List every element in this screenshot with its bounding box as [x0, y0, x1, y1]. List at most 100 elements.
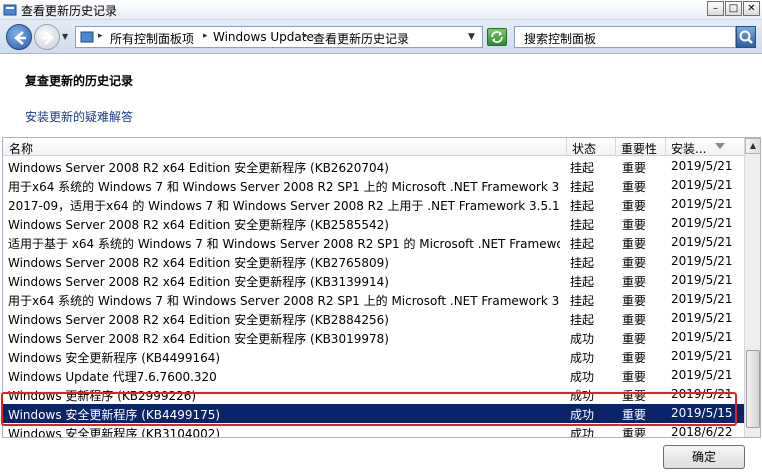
column-installed-date[interactable]: 安装...: [671, 140, 706, 157]
refresh-button[interactable]: [487, 28, 507, 46]
update-status: 挂起: [570, 199, 595, 213]
update-name: Windows Update 代理7.6.7600.320: [8, 370, 217, 384]
column-importance[interactable]: 重要性: [621, 140, 657, 157]
update-name: 适用于基于 x64 系统的 Windows 7 和 Windows Server…: [8, 237, 560, 251]
search-input[interactable]: 搜索控制面板: [514, 26, 736, 48]
control-panel-icon: [3, 4, 17, 16]
update-date: 2019/5/21: [671, 292, 733, 306]
column-name[interactable]: 名称: [9, 140, 33, 157]
update-name: Windows Server 2008 R2 x64 Edition 安全更新程…: [8, 256, 389, 270]
update-importance: 重要: [622, 313, 647, 327]
update-importance: 重要: [622, 275, 647, 289]
forward-arrow-icon: [42, 31, 54, 45]
breadcrumb-all-control-panel[interactable]: 所有控制面板项: [110, 30, 194, 47]
close-button[interactable]: ✕: [743, 1, 760, 16]
update-importance: 重要: [622, 294, 647, 308]
update-importance: 重要: [622, 237, 647, 251]
update-date: 2019/5/21: [671, 254, 733, 268]
table-row[interactable]: Windows Server 2008 R2 x64 Edition 安全更新程…: [3, 309, 744, 328]
window-title: 查看更新历史记录: [21, 4, 118, 18]
update-status: 成功: [570, 427, 595, 438]
back-button[interactable]: [6, 24, 32, 50]
update-status: 挂起: [570, 180, 595, 194]
update-date: 2019/5/21: [671, 197, 733, 211]
update-status: 挂起: [570, 237, 595, 251]
update-importance: 重要: [622, 351, 647, 365]
column-status[interactable]: 状态: [572, 140, 596, 157]
breadcrumb[interactable]: ▸ 所有控制面板项 ▸ Windows Update ▸ 查看更新历史记录 ▼: [75, 26, 483, 48]
address-toolbar: ▼ ▸ 所有控制面板项 ▸ Windows Update ▸ 查看更新历史记录 …: [0, 20, 762, 54]
update-date: 2019/5/21: [671, 235, 733, 249]
table-row[interactable]: 用于x64 系统的 Windows 7 和 Windows Server 200…: [3, 176, 744, 195]
update-date: 2019/5/21: [671, 216, 733, 230]
update-name: Windows Server 2008 R2 x64 Edition 安全更新程…: [8, 275, 389, 289]
update-importance: 重要: [622, 218, 647, 232]
update-date: 2019/5/21: [671, 330, 733, 344]
table-row[interactable]: Windows Server 2008 R2 x64 Edition 安全更新程…: [3, 252, 744, 271]
title-bar: 查看更新历史记录 – □ ✕: [0, 0, 762, 20]
scroll-up-icon[interactable]: ▲: [745, 138, 760, 154]
column-divider[interactable]: [566, 138, 567, 156]
update-status: 挂起: [570, 256, 595, 270]
search-icon: [739, 30, 753, 44]
update-name: 用于x64 系统的 Windows 7 和 Windows Server 200…: [8, 180, 560, 194]
refresh-icon: [491, 31, 503, 43]
maximize-button[interactable]: □: [725, 1, 742, 16]
table-row[interactable]: Windows 安全更新程序 (KB4499164) 成功 重要 2019/5/…: [3, 347, 744, 366]
search-placeholder: 搜索控制面板: [524, 32, 597, 46]
update-importance: 重要: [622, 199, 647, 213]
table-row[interactable]: Windows Server 2008 R2 x64 Edition 安全更新程…: [3, 271, 744, 290]
control-panel-icon: [80, 31, 94, 43]
breadcrumb-separator-icon[interactable]: ▸: [303, 31, 308, 41]
update-status: 成功: [570, 332, 595, 346]
troubleshoot-link[interactable]: 安装更新的疑难解答: [25, 108, 133, 125]
update-importance: 重要: [622, 256, 647, 270]
column-divider[interactable]: [665, 138, 666, 156]
update-status: 成功: [570, 351, 595, 365]
update-status: 挂起: [570, 275, 595, 289]
recent-pages-dropdown-icon[interactable]: ▼: [62, 32, 72, 42]
breadcrumb-view-history[interactable]: 查看更新历史记录: [313, 30, 409, 47]
update-date: 2019/5/21: [671, 368, 733, 382]
sort-descending-icon: [715, 143, 725, 149]
breadcrumb-separator-icon[interactable]: ▸: [98, 31, 103, 41]
red-highlight-annotation: [1, 392, 737, 426]
vertical-scrollbar[interactable]: ▲: [744, 138, 760, 437]
update-name: Windows Server 2008 R2 x64 Edition 安全更新程…: [8, 332, 389, 346]
scroll-thumb[interactable]: [746, 350, 760, 428]
update-name: Windows Server 2008 R2 x64 Edition 安全更新程…: [8, 218, 389, 232]
update-status: 挂起: [570, 294, 595, 308]
minimize-button[interactable]: –: [707, 1, 724, 16]
address-dropdown-icon[interactable]: ▼: [468, 32, 475, 42]
update-importance: 重要: [622, 427, 647, 438]
column-divider[interactable]: [615, 138, 616, 156]
ok-button[interactable]: 确定: [663, 445, 745, 469]
update-name: 2017-09，适用于x64 的 Windows 7 和 Windows Ser…: [8, 199, 560, 213]
update-importance: 重要: [622, 370, 647, 384]
table-row[interactable]: Windows Update 代理7.6.7600.320 成功 重要 2019…: [3, 366, 744, 385]
update-date: 2019/5/21: [671, 349, 733, 363]
breadcrumb-windows-update[interactable]: Windows Update: [213, 30, 314, 44]
table-row[interactable]: Windows Server 2008 R2 x64 Edition 安全更新程…: [3, 214, 744, 233]
update-name: Windows Server 2008 R2 x64 Edition 安全更新程…: [8, 161, 389, 175]
table-row[interactable]: 适用于基于 x64 系统的 Windows 7 和 Windows Server…: [3, 233, 744, 252]
update-name: Windows Server 2008 R2 x64 Edition 安全更新程…: [8, 313, 389, 327]
breadcrumb-separator-icon[interactable]: ▸: [203, 31, 208, 41]
page-title: 复查更新的历史记录: [25, 74, 134, 88]
update-date: 2018/6/22: [671, 425, 733, 438]
search-button[interactable]: [736, 26, 756, 48]
table-row[interactable]: 用于x64 系统的 Windows 7 和 Windows Server 200…: [3, 290, 744, 309]
table-row[interactable]: 2017-09，适用于x64 的 Windows 7 和 Windows Ser…: [3, 195, 744, 214]
update-importance: 重要: [622, 180, 647, 194]
table-row[interactable]: Windows Server 2008 R2 x64 Edition 安全更新程…: [3, 328, 744, 347]
update-name: 用于x64 系统的 Windows 7 和 Windows Server 200…: [8, 294, 560, 308]
update-date: 2019/5/21: [671, 178, 733, 192]
update-date: 2019/5/21: [671, 159, 733, 173]
update-name: Windows 安全更新程序 (KB4499164): [8, 351, 221, 365]
update-date: 2019/5/21: [671, 311, 733, 325]
update-date: 2019/5/21: [671, 273, 733, 287]
update-name: Windows 安全更新程序 (KB3104002): [8, 427, 221, 438]
forward-button[interactable]: [34, 24, 60, 50]
update-status: 挂起: [570, 218, 595, 232]
table-row[interactable]: Windows Server 2008 R2 x64 Edition 安全更新程…: [3, 157, 744, 176]
